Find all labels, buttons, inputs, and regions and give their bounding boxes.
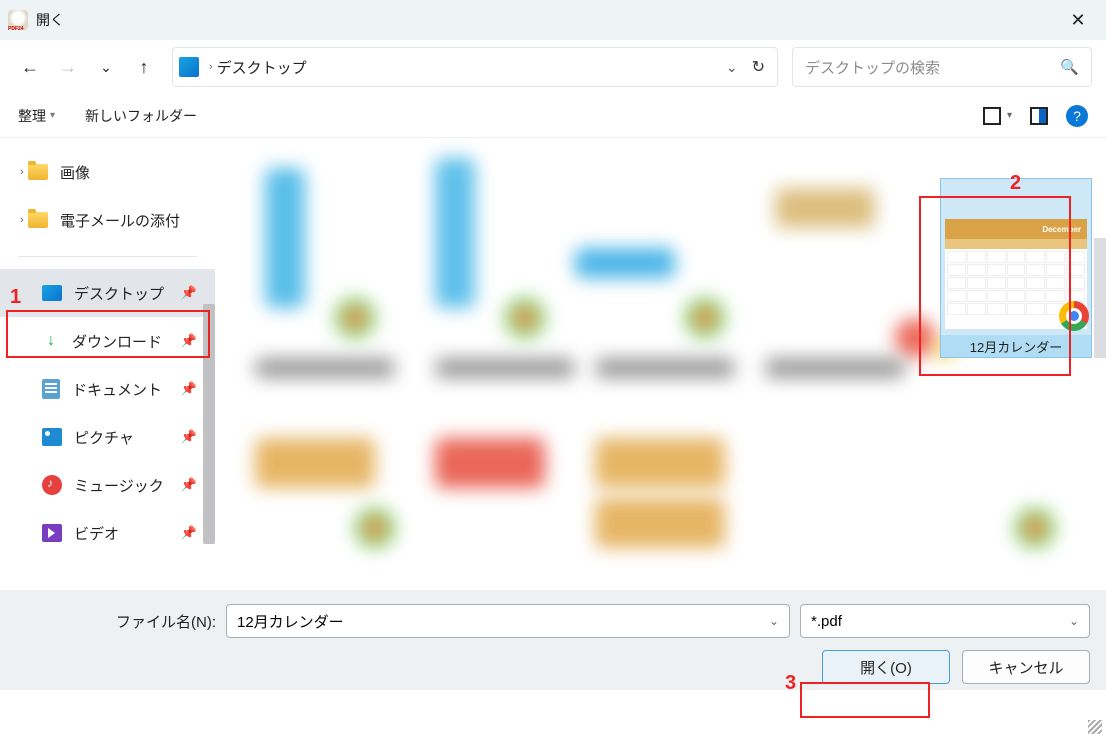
forward-button[interactable]: → — [52, 51, 84, 83]
search-placeholder: デスクトップの検索 — [805, 57, 1060, 78]
filename-combobox[interactable]: 12月カレンダー ⌄ — [226, 604, 790, 638]
sidebar-item-pictures[interactable]: ピクチャ 📌 — [0, 413, 215, 461]
search-box[interactable]: デスクトップの検索 🔍 — [792, 47, 1092, 87]
chevron-down-icon: ▾ — [50, 110, 55, 121]
open-button[interactable]: 開く(O) — [822, 650, 950, 684]
organize-label: 整理 — [18, 106, 46, 126]
chevron-down-icon: ▾ — [1007, 110, 1012, 121]
up-button[interactable]: ↑ — [128, 51, 160, 83]
filename-value: 12月カレンダー — [237, 611, 344, 632]
resize-grip[interactable] — [1088, 720, 1102, 734]
file-item-selected[interactable]: December 12月カレンダー — [940, 178, 1092, 358]
folder-icon — [28, 212, 48, 228]
pin-icon[interactable]: 📌 — [181, 429, 197, 445]
back-button[interactable]: ← — [14, 51, 46, 83]
tree-item-email-attach[interactable]: › 電子メールの添付 — [0, 196, 215, 244]
filetype-value: *.pdf — [811, 613, 842, 630]
document-icon — [42, 379, 60, 399]
tree-item-images[interactable]: › 画像 — [0, 148, 215, 196]
folder-icon — [28, 164, 48, 180]
thumb-header: December — [945, 219, 1087, 239]
sidebar-item-desktop[interactable]: デスクトップ 📌 — [0, 269, 215, 317]
download-icon: ↓ — [42, 332, 60, 350]
pin-icon[interactable]: 📌 — [181, 285, 197, 301]
view-large-icon — [983, 107, 1001, 125]
breadcrumb-separator: › — [209, 61, 213, 73]
picture-icon — [42, 428, 62, 446]
sidebar-scrollbar[interactable] — [203, 304, 215, 544]
sidebar-item-videos[interactable]: ビデオ 📌 — [0, 509, 215, 557]
sidebar-item-label: ビデオ — [74, 523, 119, 544]
pin-icon[interactable]: 📌 — [181, 525, 197, 541]
refresh-button[interactable]: ↻ — [746, 57, 771, 77]
chevron-down-icon[interactable]: ⌄ — [726, 59, 738, 76]
recent-dropdown[interactable]: ⌄ — [90, 51, 122, 83]
nav-bar: ← → ⌄ ↑ › デスクトップ ⌄ ↻ デスクトップの検索 🔍 — [0, 40, 1106, 94]
sidebar-item-label: ピクチャ — [74, 427, 134, 448]
chevron-down-icon[interactable]: ⌄ — [769, 614, 779, 628]
sidebar-item-label: ダウンロード — [72, 331, 162, 352]
tree-label: 画像 — [60, 162, 90, 183]
new-folder-button[interactable]: 新しいフォルダー — [85, 106, 197, 126]
address-bar[interactable]: › デスクトップ ⌄ ↻ — [172, 47, 778, 87]
desktop-icon — [42, 285, 62, 301]
bottom-panel: ファイル名(N): 12月カレンダー ⌄ *.pdf ⌄ 開く(O) キャンセル — [0, 590, 1106, 690]
sidebar: › 画像 › 電子メールの添付 デスクトップ 📌 ↓ ダウンロード 📌 ドキュメ… — [0, 138, 215, 590]
filename-label: ファイル名(N): — [116, 611, 216, 632]
organize-menu[interactable]: 整理 ▾ — [18, 106, 55, 126]
body-area: › 画像 › 電子メールの添付 デスクトップ 📌 ↓ ダウンロード 📌 ドキュメ… — [0, 138, 1106, 590]
content-scrollbar[interactable] — [1094, 238, 1106, 358]
sidebar-item-music[interactable]: ミュージック 📌 — [0, 461, 215, 509]
file-name-label: 12月カレンダー — [941, 335, 1091, 357]
music-icon — [42, 475, 62, 495]
filetype-combobox[interactable]: *.pdf ⌄ — [800, 604, 1090, 638]
tree-label: 電子メールの添付 — [60, 210, 180, 231]
title-bar: 開く ✕ — [0, 0, 1106, 40]
close-button[interactable]: ✕ — [1058, 0, 1098, 40]
video-icon — [42, 524, 62, 542]
window-title: 開く — [36, 10, 64, 30]
file-list-area[interactable]: December 12月カレンダー — [215, 138, 1106, 590]
search-icon[interactable]: 🔍 — [1060, 58, 1079, 76]
app-icon — [8, 10, 28, 30]
sidebar-item-downloads[interactable]: ↓ ダウンロード 📌 — [0, 317, 215, 365]
desktop-location-icon — [179, 57, 199, 77]
chevron-right-icon[interactable]: › — [20, 166, 24, 178]
pin-icon[interactable]: 📌 — [181, 381, 197, 397]
sidebar-item-documents[interactable]: ドキュメント 📌 — [0, 365, 215, 413]
help-button[interactable]: ? — [1066, 105, 1088, 127]
pin-icon[interactable]: 📌 — [181, 477, 197, 493]
view-mode-large[interactable]: ▾ — [983, 107, 1012, 125]
chevron-right-icon[interactable]: › — [20, 214, 24, 226]
chevron-down-icon[interactable]: ⌄ — [1069, 614, 1079, 628]
cancel-button[interactable]: キャンセル — [962, 650, 1090, 684]
pin-icon[interactable]: 📌 — [181, 333, 197, 349]
breadcrumb-location[interactable]: デスクトップ — [217, 57, 726, 78]
divider — [18, 256, 197, 257]
sidebar-item-label: ミュージック — [74, 475, 164, 496]
sidebar-item-label: ドキュメント — [72, 379, 162, 400]
toolbar: 整理 ▾ 新しいフォルダー ▾ ? — [0, 94, 1106, 138]
chrome-icon — [1059, 301, 1089, 331]
preview-pane-toggle[interactable] — [1030, 107, 1048, 125]
sidebar-item-label: デスクトップ — [74, 283, 164, 304]
